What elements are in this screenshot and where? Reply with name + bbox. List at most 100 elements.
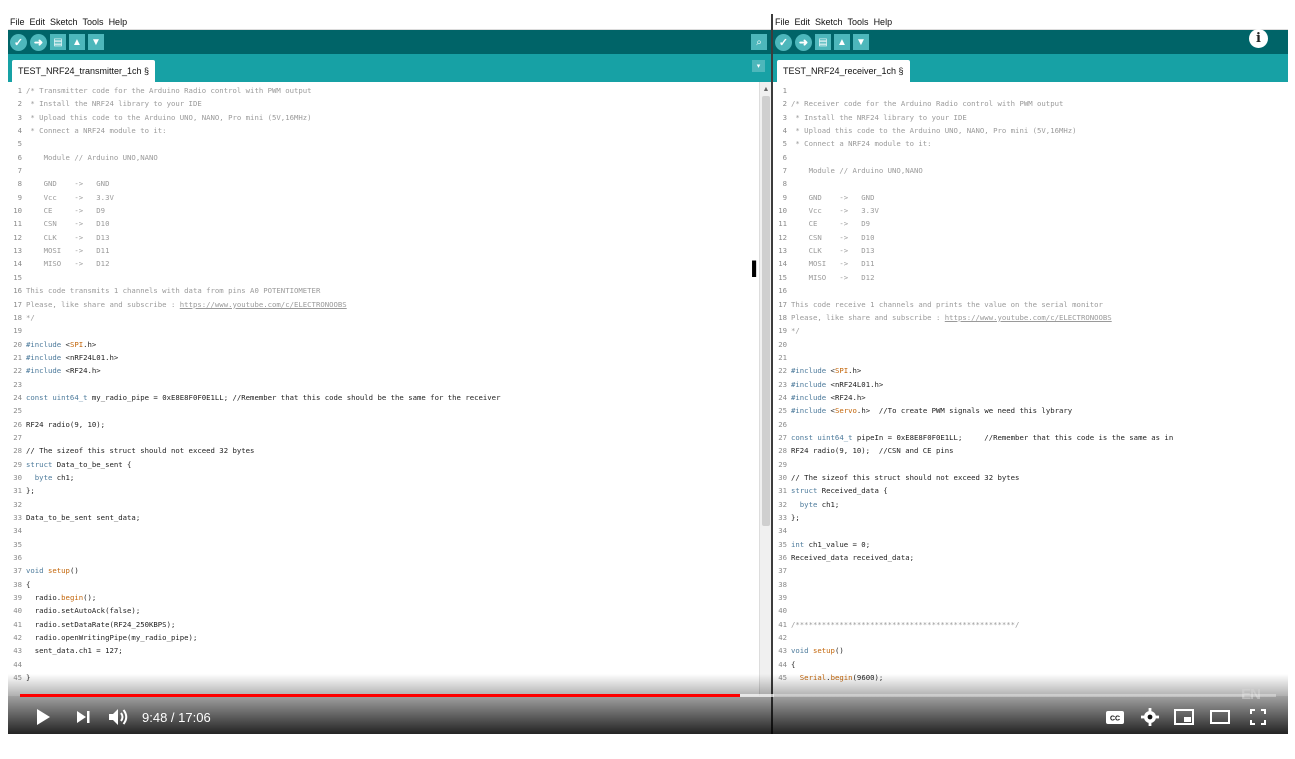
fullscreen-icon[interactable] (1246, 706, 1270, 728)
code-token: This code transmits 1 channels with data… (26, 286, 321, 296)
line-number: 14 (13, 259, 22, 269)
code-line: 39 radio.begin(); (8, 591, 500, 604)
line-number: 34 (778, 526, 787, 536)
volume-icon[interactable] (106, 706, 132, 728)
code-token: setup (47, 566, 70, 576)
line-number: 19 (13, 326, 22, 336)
code-line: 25 (8, 404, 500, 417)
captions-icon[interactable]: CC (1103, 706, 1127, 728)
menu-help[interactable]: Help (874, 17, 893, 27)
code-token: Vcc -> 3.3V (26, 192, 114, 202)
line-number: 40 (778, 606, 787, 616)
line-number: 37 (13, 566, 22, 576)
menu-tools[interactable]: Tools (848, 17, 869, 27)
menu-file[interactable]: File (775, 17, 790, 27)
line-number: 31 (778, 486, 787, 496)
code-token: Received_data received_data; (791, 553, 915, 563)
arduino-ide-receiver: File Edit Sketch Tools Help ✓ ➜ ▤ ▲ ▼ TE… (773, 14, 1288, 734)
scroll-up-icon[interactable]: ▲ (760, 84, 771, 94)
serial-monitor-icon[interactable]: ⌕ (751, 34, 767, 50)
code-line: 12 CLK -> D13 (8, 231, 500, 244)
code-line: 36 Received_data received_data; (773, 551, 1173, 564)
menu-edit[interactable]: Edit (795, 17, 811, 27)
open-icon[interactable]: ▲ (69, 34, 85, 50)
code-editor[interactable]: 1 /* Transmitter code for the Arduino Rad… (8, 82, 759, 696)
line-number: 16 (13, 286, 22, 296)
code-line: 22 #include <RF24.h> (8, 364, 500, 377)
line-number: 38 (13, 579, 22, 589)
code-editor[interactable]: 1 2/* Receiver code for the Arduino Radio… (773, 82, 1288, 696)
code-token: CSN -> D10 (26, 219, 110, 229)
code-token: CE -> D9 (26, 206, 106, 216)
code-token: RF24 radio(9, 10); //CSN and CE pins (791, 446, 954, 456)
line-number: 3 (782, 112, 787, 122)
code-line: 5 * Connect a NRF24 module to it: (773, 137, 1173, 150)
progress-bar[interactable] (20, 694, 1276, 697)
code-line: 8 GND -> GND (8, 177, 500, 190)
code-line: 30 // The sizeof this struct should not e… (773, 471, 1173, 484)
code-line: 31 struct Received_data { (773, 484, 1173, 497)
line-number: 12 (778, 232, 787, 242)
line-number: 31 (13, 486, 22, 496)
code-line: 42 (773, 631, 1173, 644)
menu-edit[interactable]: Edit (30, 17, 46, 27)
code-token: radio.openWritingPipe(my_radio_pipe); (26, 633, 198, 643)
code-line: 28 RF24 radio(9, 10); //CSN and CE pins (773, 444, 1173, 457)
menu-file[interactable]: File (10, 17, 25, 27)
save-icon[interactable]: ▼ (853, 34, 869, 50)
save-icon[interactable]: ▼ (88, 34, 104, 50)
line-number: 39 (13, 593, 22, 603)
upload-icon[interactable]: ➜ (30, 33, 47, 51)
menu-sketch[interactable]: Sketch (815, 17, 843, 27)
verify-icon[interactable]: ✓ (775, 33, 792, 51)
play-icon[interactable] (30, 706, 56, 728)
code-line: 9 GND -> GND (773, 191, 1173, 204)
miniplayer-icon[interactable] (1172, 706, 1196, 728)
ide-toolbar: ✓ ➜ ▤ ▲ ▼ ⌕ (8, 30, 771, 54)
menu-sketch[interactable]: Sketch (50, 17, 78, 27)
code-line: 18 */ (8, 311, 500, 324)
menu-tools[interactable]: Tools (83, 17, 104, 27)
code-line: 7 (8, 164, 500, 177)
text-cursor-icon: I (750, 258, 759, 283)
code-line: 5 (8, 137, 500, 150)
code-token: RF24 radio(9, 10); (26, 419, 106, 429)
code-token[interactable]: https://www.youtube.com/c/ELECTRONOOBS (945, 313, 1112, 322)
line-number: 43 (778, 646, 787, 656)
sketch-tab[interactable]: TEST_NRF24_transmitter_1ch § (12, 60, 156, 82)
code-token: CLK -> D13 (791, 246, 875, 256)
upload-icon[interactable]: ➜ (795, 33, 812, 51)
vertical-scrollbar[interactable]: ▲ (759, 82, 771, 696)
verify-icon[interactable]: ✓ (10, 33, 27, 51)
line-number: 2 (17, 99, 22, 109)
open-icon[interactable]: ▲ (834, 34, 850, 50)
code-line: 34 (773, 524, 1173, 537)
line-number: 28 (778, 446, 787, 456)
code-token: <RF24.h> (826, 392, 866, 402)
next-icon[interactable] (70, 706, 96, 728)
code-token[interactable]: https://www.youtube.com/c/ELECTRONOOBS (180, 300, 347, 309)
code-token: .h> //To create PWM signals we need this… (856, 406, 1073, 416)
code-line: 6 Module // Arduino UNO,NANO (8, 151, 500, 164)
code-line: 39 (773, 591, 1173, 604)
video-player[interactable]: File Edit Sketch Tools Help ✓ ➜ ▤ ▲ ▼ ⌕ … (8, 14, 1288, 734)
code-line: 12 CSN -> D10 (773, 231, 1173, 244)
scrollbar-thumb[interactable] (762, 96, 770, 526)
new-icon[interactable]: ▤ (50, 34, 66, 50)
code-token: #include (791, 379, 827, 389)
line-number: 33 (778, 513, 787, 522)
line-number: 14 (778, 259, 787, 269)
info-icon[interactable]: i (1249, 29, 1268, 48)
code-line: 22 #include <SPI.h> (773, 364, 1173, 377)
settings-icon[interactable] (1138, 706, 1162, 728)
code-token: } (26, 673, 31, 683)
sketch-tab[interactable]: TEST_NRF24_receiver_1ch § (777, 60, 910, 82)
code-token: begin (830, 673, 853, 683)
code-token: // The sizeof this struct should not exc… (791, 472, 1020, 482)
line-number: 18 (778, 312, 787, 322)
new-icon[interactable]: ▤ (815, 34, 831, 50)
menu-help[interactable]: Help (109, 17, 128, 27)
tab-menu-icon[interactable]: ▾ (752, 60, 765, 72)
theater-icon[interactable] (1208, 706, 1232, 728)
code-token: // The sizeof this struct should not exc… (26, 446, 255, 456)
